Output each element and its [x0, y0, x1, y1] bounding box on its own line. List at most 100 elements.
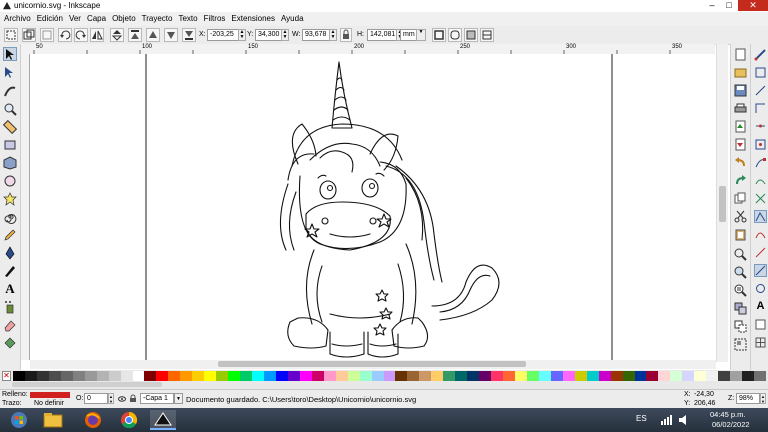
menu-texto[interactable]: Texto — [175, 12, 200, 26]
group-button[interactable] — [734, 338, 747, 351]
menu-trayecto[interactable]: Trayecto — [139, 12, 176, 26]
color-swatch[interactable] — [168, 371, 181, 381]
scale-corners-button[interactable] — [448, 28, 462, 42]
paste-button[interactable] — [734, 228, 747, 241]
color-swatch[interactable] — [538, 371, 551, 381]
lock-proportions-button[interactable] — [340, 28, 352, 42]
redo-button[interactable] — [734, 174, 747, 187]
color-swatch[interactable] — [144, 371, 157, 381]
volume-icon[interactable] — [678, 414, 690, 426]
color-swatch[interactable] — [240, 371, 253, 381]
zoom-tool[interactable] — [3, 102, 17, 116]
lower-button[interactable] — [164, 28, 178, 42]
menu-filtros[interactable]: Filtros — [201, 12, 229, 26]
color-swatch[interactable] — [228, 371, 241, 381]
color-swatch[interactable] — [192, 371, 205, 381]
color-swatch[interactable] — [658, 371, 671, 381]
snap-object-centers-button[interactable] — [754, 264, 767, 277]
layer-dropdown-arrow[interactable]: ▼ — [174, 393, 183, 404]
menu-ver[interactable]: Ver — [66, 12, 84, 26]
eraser-tool[interactable] — [3, 318, 17, 332]
maximize-button[interactable]: □ — [721, 0, 737, 11]
flip-vertical-button[interactable] — [110, 28, 124, 42]
color-swatch[interactable] — [479, 371, 492, 381]
stroke-indicator[interactable]: No definir — [34, 400, 64, 407]
color-swatch[interactable] — [13, 371, 25, 381]
horizontal-scroll-thumb[interactable] — [218, 361, 526, 367]
color-swatch[interactable] — [311, 371, 324, 381]
color-swatch[interactable] — [36, 371, 49, 381]
file-explorer-taskbar-button[interactable] — [42, 410, 64, 430]
clock-date[interactable]: 06/02/2022 — [712, 420, 750, 429]
inkscape-taskbar-button[interactable] — [150, 410, 176, 430]
color-swatch[interactable] — [108, 371, 121, 381]
color-swatch[interactable] — [383, 371, 396, 381]
node-tool[interactable] — [3, 66, 17, 80]
color-swatch[interactable] — [455, 371, 468, 381]
color-swatch[interactable] — [96, 371, 109, 381]
snap-smooth-nodes-button[interactable] — [754, 228, 767, 241]
3d-box-tool[interactable] — [3, 156, 17, 170]
paint-bucket-tool[interactable] — [3, 336, 17, 350]
color-swatch[interactable] — [443, 371, 456, 381]
select-all-layers-button[interactable] — [22, 28, 36, 42]
language-indicator[interactable]: ES — [636, 414, 647, 423]
color-swatch[interactable] — [694, 371, 707, 381]
snap-cusp-nodes-button[interactable] — [754, 210, 767, 223]
print-button[interactable] — [734, 102, 747, 115]
x-field[interactable]: -203,25 — [207, 29, 239, 41]
menu-objeto[interactable]: Objeto — [109, 12, 139, 26]
color-swatch[interactable] — [419, 371, 432, 381]
opacity-stepper[interactable]: ▲ ▼ — [108, 393, 114, 404]
color-swatch[interactable] — [299, 371, 312, 381]
color-swatch[interactable] — [287, 371, 300, 381]
scale-stroke-button[interactable] — [432, 28, 446, 42]
transform-gradients-button[interactable] — [464, 28, 478, 42]
flip-horizontal-button[interactable] — [90, 28, 104, 42]
cut-button[interactable] — [734, 210, 747, 223]
color-swatch[interactable] — [156, 371, 169, 381]
x-stepper[interactable]: ▲ ▼ — [238, 29, 246, 41]
color-swatch[interactable] — [526, 371, 539, 381]
color-swatch[interactable] — [682, 371, 695, 381]
rotate-ccw-button[interactable] — [58, 28, 72, 42]
color-swatch[interactable] — [180, 371, 193, 381]
measure-tool[interactable] — [2, 119, 18, 135]
snap-toggle-button[interactable] — [754, 48, 767, 61]
palette-scrollbar[interactable] — [12, 382, 162, 387]
vertical-scroll-thumb[interactable] — [719, 186, 726, 222]
color-swatch[interactable] — [754, 371, 767, 381]
rotate-cw-button[interactable] — [74, 28, 88, 42]
raise-to-top-button[interactable] — [128, 28, 142, 42]
current-layer-select[interactable]: -Capa 1 — [140, 393, 174, 404]
color-swatch[interactable] — [120, 371, 133, 381]
opacity-field[interactable]: 0 — [84, 393, 108, 404]
start-button[interactable] — [8, 410, 30, 430]
snap-corners-button[interactable] — [754, 102, 767, 115]
spiral-tool[interactable] — [3, 210, 17, 224]
color-swatch[interactable] — [706, 371, 719, 381]
spray-tool[interactable] — [3, 300, 17, 314]
save-button[interactable] — [734, 84, 747, 97]
units-dropdown-arrow[interactable]: ▼ — [416, 29, 426, 41]
color-swatch[interactable] — [252, 371, 265, 381]
color-swatch[interactable] — [60, 371, 73, 381]
color-swatch[interactable] — [275, 371, 288, 381]
color-swatch[interactable] — [467, 371, 480, 381]
rectangle-tool[interactable] — [3, 138, 17, 152]
no-paint-swatch[interactable]: ✕ — [2, 371, 11, 381]
color-swatch[interactable] — [598, 371, 611, 381]
color-swatch[interactable] — [323, 371, 336, 381]
color-swatch[interactable] — [371, 371, 384, 381]
color-swatch[interactable] — [550, 371, 563, 381]
color-swatch[interactable] — [742, 371, 755, 381]
color-swatch[interactable] — [359, 371, 372, 381]
layer-lock-icon[interactable] — [129, 394, 137, 403]
drawing-canvas[interactable] — [30, 54, 716, 360]
star-tool[interactable] — [3, 192, 17, 206]
color-swatch[interactable] — [646, 371, 659, 381]
color-swatch[interactable] — [204, 371, 217, 381]
w-field[interactable]: 93,678 — [302, 29, 330, 41]
selector-tool[interactable] — [3, 47, 17, 61]
lower-to-bottom-button[interactable] — [182, 28, 196, 42]
